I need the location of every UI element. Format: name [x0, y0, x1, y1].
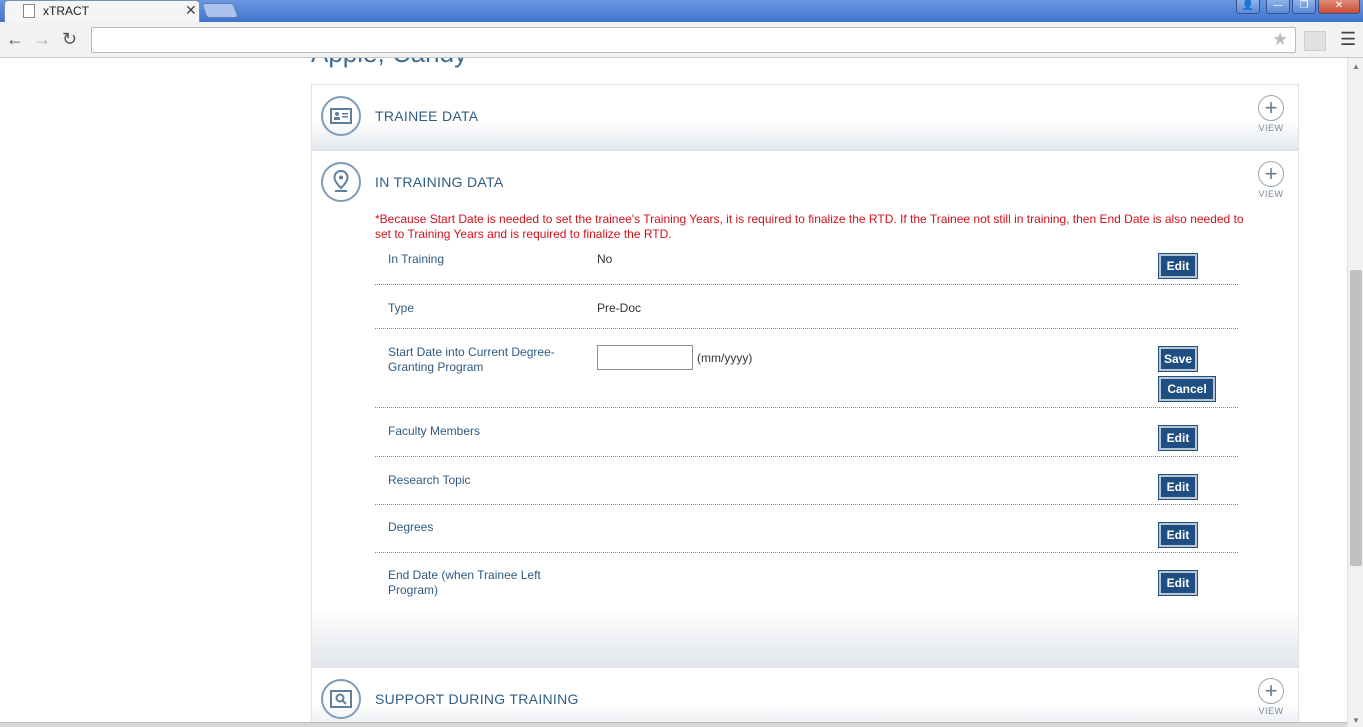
- plus-icon: +: [1258, 678, 1284, 704]
- tab-close-icon[interactable]: ✕: [185, 2, 197, 19]
- edit-research-button[interactable]: Edit: [1158, 474, 1198, 500]
- field-value: Pre-Doc: [597, 301, 642, 315]
- field-row-end-date: End Date (when Trainee Left Program) Edi…: [375, 553, 1238, 609]
- section-footer: [312, 608, 1298, 666]
- edit-degrees-button[interactable]: Edit: [1158, 522, 1198, 548]
- browser-titlebar: xTRACT ✕ 👤 — ❐ ✕: [0, 0, 1363, 22]
- address-bar[interactable]: [91, 27, 1296, 53]
- field-label: Degrees: [388, 520, 434, 534]
- field-value: No: [597, 252, 613, 266]
- field-row-type: Type Pre-Doc: [375, 285, 1238, 329]
- in-training-data-section: IN TRAINING DATA + VIEW *Because Start D…: [311, 150, 1299, 667]
- edit-in-training-button[interactable]: Edit: [1158, 253, 1198, 279]
- field-row-in-training: In Training No Edit: [375, 244, 1238, 285]
- field-label: Start Date into Current Degree-Granting …: [388, 345, 555, 374]
- view-toggle-button[interactable]: + VIEW: [1254, 95, 1288, 139]
- field-label: Research Topic: [388, 473, 471, 487]
- view-label: VIEW: [1258, 123, 1284, 133]
- section-header[interactable]: IN TRAINING DATA + VIEW: [312, 151, 1298, 215]
- view-toggle-button[interactable]: + VIEW: [1254, 161, 1288, 205]
- tab-title: xTRACT: [43, 4, 89, 18]
- search-document-icon: [321, 679, 361, 719]
- browser-toolbar: ← → ↻ ★ ☰: [0, 22, 1363, 58]
- field-row-degrees: Degrees Edit: [375, 505, 1238, 553]
- back-arrow-icon[interactable]: ←: [6, 28, 24, 50]
- maximize-icon[interactable]: ❐: [1292, 0, 1316, 14]
- view-label: VIEW: [1258, 706, 1284, 716]
- section-header[interactable]: TRAINEE DATA + VIEW: [312, 85, 1298, 149]
- field-label: Type: [388, 301, 415, 315]
- trainee-data-section: TRAINEE DATA + VIEW: [311, 84, 1299, 150]
- date-format-hint: (mm/yyyy): [697, 351, 753, 365]
- support-during-training-section: SUPPORT DURING TRAINING + VIEW: [311, 667, 1299, 727]
- view-toggle-button[interactable]: + VIEW: [1254, 678, 1288, 722]
- field-row-research-topic: Research Topic Edit: [375, 457, 1238, 505]
- new-tab-button[interactable]: [201, 3, 239, 18]
- reload-icon[interactable]: ↻: [62, 28, 77, 50]
- extension-icon[interactable]: [1304, 31, 1326, 51]
- field-label: Faculty Members: [388, 424, 481, 438]
- plus-icon: +: [1258, 161, 1284, 187]
- forward-arrow-icon[interactable]: →: [33, 28, 51, 50]
- plus-icon: +: [1258, 95, 1284, 121]
- save-button[interactable]: Save: [1158, 346, 1198, 372]
- scroll-down-icon[interactable]: ▼: [1352, 716, 1360, 725]
- window-close-icon[interactable]: ✕: [1318, 0, 1360, 14]
- cancel-button[interactable]: Cancel: [1158, 376, 1216, 402]
- field-label: End Date (when Trainee Left Program): [388, 568, 541, 597]
- field-label: In Training: [388, 252, 445, 266]
- section-title: SUPPORT DURING TRAINING: [375, 691, 579, 707]
- user-icon[interactable]: 👤: [1236, 0, 1260, 14]
- document-icon: [23, 4, 35, 18]
- required-notice: *Because Start Date is needed to set the…: [375, 212, 1244, 241]
- page-title: Apple, Candy: [311, 58, 467, 69]
- section-title: IN TRAINING DATA: [375, 174, 504, 190]
- menu-icon[interactable]: ☰: [1340, 29, 1356, 50]
- field-row-start-date: Start Date into Current Degree-Granting …: [375, 329, 1238, 408]
- edit-faculty-button[interactable]: Edit: [1158, 425, 1198, 451]
- section-header[interactable]: SUPPORT DURING TRAINING + VIEW: [312, 668, 1298, 727]
- bookmark-star-icon[interactable]: ★: [1272, 29, 1288, 50]
- minimize-icon[interactable]: —: [1266, 0, 1290, 14]
- page-viewport: Apple, Candy TRAINEE DATA + VIEW: [0, 58, 1347, 727]
- section-title: TRAINEE DATA: [375, 108, 479, 124]
- browser-tab[interactable]: xTRACT ✕: [4, 0, 200, 22]
- vertical-scrollbar[interactable]: ▲ ▼: [1347, 58, 1363, 727]
- start-date-input[interactable]: [597, 345, 693, 370]
- scroll-up-icon[interactable]: ▲: [1352, 62, 1360, 71]
- scroll-thumb[interactable]: [1350, 270, 1362, 566]
- view-label: VIEW: [1258, 189, 1284, 199]
- edit-end-date-button[interactable]: Edit: [1158, 570, 1198, 596]
- taskbar-edge: [0, 722, 1347, 727]
- map-pin-icon: [321, 162, 361, 202]
- id-card-icon: [321, 96, 361, 136]
- field-row-faculty-members: Faculty Members Edit: [375, 408, 1238, 457]
